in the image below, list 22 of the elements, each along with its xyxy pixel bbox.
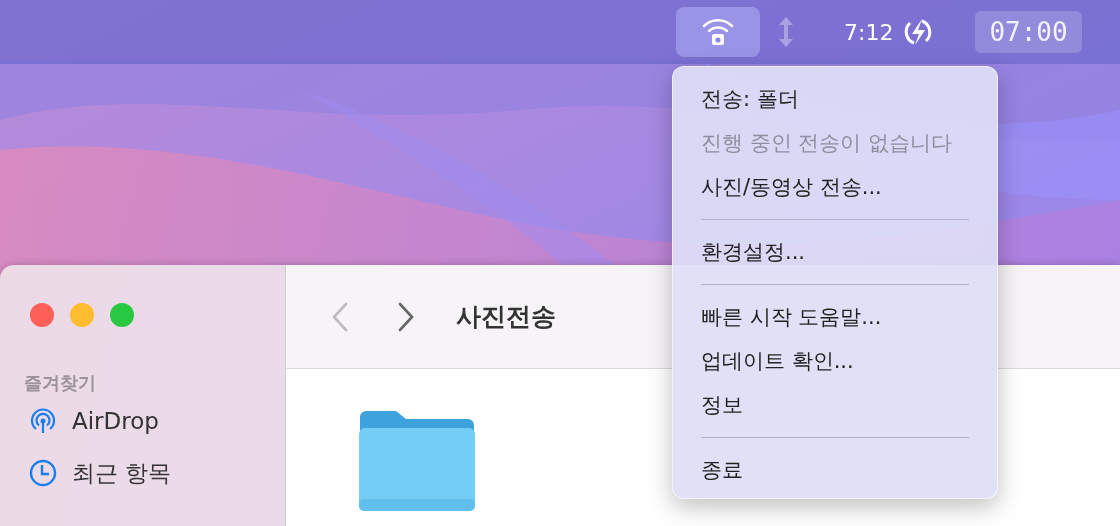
back-icon[interactable]: [330, 301, 350, 332]
airdrop-icon: [28, 406, 58, 436]
menu-item[interactable]: 사진/동영상 전송...: [673, 165, 997, 209]
minimize-button[interactable]: [70, 303, 94, 327]
updown-arrow-icon[interactable]: [776, 15, 796, 49]
sidebar-section-title: 즐겨찾기: [24, 371, 97, 395]
sidebar-item[interactable]: 최근 항목: [72, 457, 172, 489]
menu-item[interactable]: 정보: [673, 383, 997, 427]
menu-item[interactable]: 업데이트 확인...: [673, 339, 997, 383]
menu-item[interactable]: 환경설정...: [673, 230, 997, 274]
menu-item[interactable]: 전송: 폴더: [673, 77, 997, 121]
folder-icon[interactable]: [356, 409, 478, 513]
close-button[interactable]: [30, 303, 54, 327]
forward-icon[interactable]: [396, 301, 416, 332]
zoom-button[interactable]: [110, 303, 134, 327]
wifi-camera-icon[interactable]: [676, 7, 760, 57]
clock-icon: [28, 458, 58, 488]
sidebar-item[interactable]: AirDrop: [72, 408, 159, 434]
menu-item[interactable]: 종료: [673, 448, 997, 492]
menu-item[interactable]: 빠른 시작 도움말...: [673, 295, 997, 339]
window-title: 사진전송: [456, 301, 556, 333]
battery-time: 7:12: [844, 19, 894, 45]
